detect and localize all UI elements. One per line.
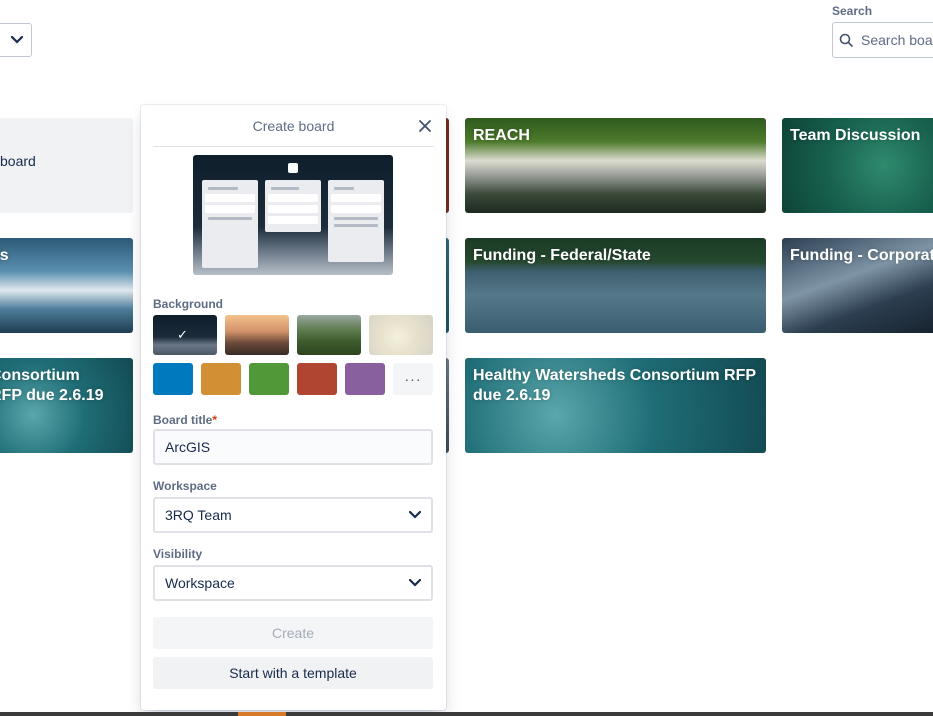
background-photo-option[interactable] [297,315,361,355]
board-title-input[interactable]: ArcGIS [153,429,433,465]
board-tile-consortium[interactable]: Consortium RFP due 2.6.19 [0,358,133,453]
sort-select[interactable] [0,23,32,57]
search-input[interactable] [861,32,933,48]
visibility-select[interactable]: Workspace [153,565,433,601]
chevron-down-icon [409,511,421,519]
board-tile-funding-corporate[interactable]: Funding - Corporate [782,238,933,333]
preview-list [202,180,258,268]
close-icon [419,120,431,132]
board-title-label: Board title* [153,413,218,427]
background-photo-option[interactable] [369,315,433,355]
workspace-label: Workspace [153,479,217,493]
board-title: Funding - Corporate [790,247,933,264]
board-title: Healthy Watersheds Consortium RFP due 2.… [473,367,756,404]
trello-logo-icon [288,163,298,173]
search-icon [839,33,853,47]
taskbar-strip [0,712,933,716]
preview-list [328,180,384,262]
chevron-down-icon [11,36,23,44]
popover-header: Create board [153,105,434,147]
popover-title: Create board [252,117,335,134]
board-tile-healthy-watersheds[interactable]: Healthy Watersheds Consortium RFP due 2.… [465,358,766,453]
board-tile-reach[interactable]: REACH [465,118,766,213]
visibility-label: Visibility [153,547,203,561]
board-preview [193,155,393,275]
board-title: us [0,247,9,264]
background-color-red[interactable] [297,363,337,395]
board-title: Consortium RFP due 2.6.19 [0,367,104,404]
background-photo-option-selected[interactable]: ✓ [153,315,217,355]
create-button[interactable]: Create [153,617,433,649]
board-title: Funding - Federal/State [473,247,651,264]
background-color-orange[interactable] [201,363,241,395]
background-photo-option[interactable] [225,315,289,355]
more-backgrounds-button[interactable]: ··· [393,363,433,395]
board-title: Team Discussion [790,127,921,144]
boards-page: Search board REACH Team Discussion us Fu… [0,0,933,716]
board-title-value: ArcGIS [165,439,211,455]
required-mark: * [212,413,218,427]
check-icon: ✓ [177,327,188,342]
more-icon: ··· [404,371,422,387]
background-color-blue[interactable] [153,363,193,395]
search-box[interactable] [832,22,933,58]
search-label: Search [832,4,873,18]
board-title: REACH [473,127,530,144]
background-color-purple[interactable] [345,363,385,395]
create-board-popover: Create board Background ✓ ··· Board titl… [141,105,446,710]
background-label: Background [153,297,224,311]
board-tile-stream[interactable]: us [0,238,133,333]
workspace-select[interactable]: 3RQ Team [153,497,433,533]
board-tile-funding-federal[interactable]: Funding - Federal/State [465,238,766,333]
taskbar-accent [238,712,286,716]
workspace-value: 3RQ Team [165,507,232,523]
create-new-board-tile[interactable]: board [0,118,133,213]
preview-list [265,180,321,232]
start-with-template-button[interactable]: Start with a template [153,657,433,689]
chevron-down-icon [409,579,421,587]
close-button[interactable] [416,117,434,135]
board-tile-team-discussion[interactable]: Team Discussion [782,118,933,213]
visibility-value: Workspace [165,575,235,591]
create-new-board-label: board [0,153,36,169]
background-color-green[interactable] [249,363,289,395]
